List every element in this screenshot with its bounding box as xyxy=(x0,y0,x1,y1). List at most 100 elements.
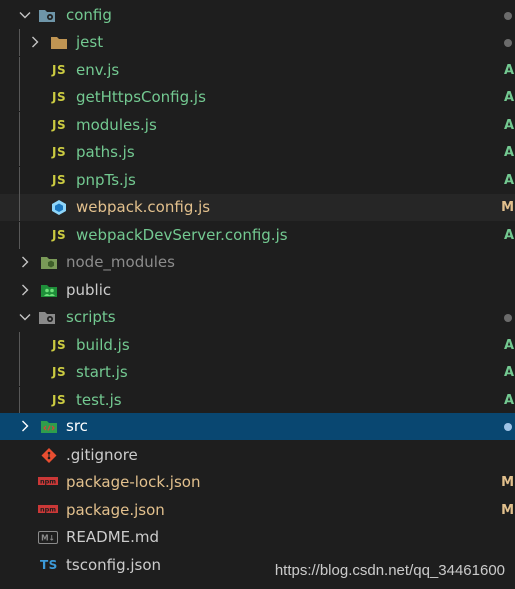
indent-guide xyxy=(19,387,20,414)
chevron-right-icon xyxy=(22,256,29,268)
tree-label: package-lock.json xyxy=(66,473,201,491)
svg-text:npm: npm xyxy=(40,478,56,486)
git-status-badge: A xyxy=(503,90,514,105)
indent-guide xyxy=(19,57,20,84)
svg-text:M↓: M↓ xyxy=(41,534,55,543)
tree-label: node_modules xyxy=(66,253,175,271)
tree-file-env[interactable]: JS env.js A xyxy=(0,57,515,84)
indent-guide xyxy=(19,359,20,386)
tree-label: tsconfig.json xyxy=(66,556,162,574)
typescript-config-icon: TS xyxy=(40,558,58,572)
folder-config-icon xyxy=(39,10,55,22)
tree-file-readme[interactable]: M↓ README.md xyxy=(0,524,515,551)
git-status-badge: A xyxy=(503,365,514,380)
tree-file-package-json[interactable]: npm package.json M xyxy=(0,497,515,524)
indent-guide xyxy=(19,84,20,111)
javascript-icon: JS xyxy=(52,90,67,104)
tree-file-gitignore[interactable]: .gitignore xyxy=(0,442,515,469)
git-status-badge: A xyxy=(503,393,514,408)
indent-guide xyxy=(19,222,20,249)
chevron-down-icon xyxy=(19,12,31,19)
tree-file-webpackdevserver-config[interactable]: JS webpackDevServer.config.js A xyxy=(0,222,515,249)
git-status-dot xyxy=(504,314,512,322)
tree-file-start[interactable]: JS start.js A xyxy=(0,359,515,386)
javascript-icon: JS xyxy=(52,338,67,352)
tree-label: .gitignore xyxy=(66,446,138,464)
svg-text:npm: npm xyxy=(40,506,56,514)
tree-file-modules[interactable]: JS modules.js A xyxy=(0,112,515,139)
git-status-badge: A xyxy=(503,338,514,353)
javascript-icon: JS xyxy=(52,393,67,407)
tree-label: start.js xyxy=(76,363,128,381)
tree-folder-node-modules[interactable]: node_modules xyxy=(0,249,515,276)
watermark-text: https://blog.csdn.net/qq_34461600 xyxy=(274,562,505,579)
npm-icon: npm xyxy=(38,477,58,486)
folder-src-icon xyxy=(41,421,57,433)
tree-folder-jest[interactable]: jest xyxy=(0,29,515,56)
tree-folder-config[interactable]: config xyxy=(0,2,515,29)
tree-file-package-lock[interactable]: npm package-lock.json M xyxy=(0,469,515,496)
tree-file-gethttpsconfig[interactable]: JS getHttpsConfig.js A xyxy=(0,84,515,111)
folder-scripts-icon xyxy=(39,312,55,324)
tree-file-build[interactable]: JS build.js A xyxy=(0,332,515,359)
tree-file-pnpts[interactable]: JS pnpTs.js A xyxy=(0,167,515,194)
git-status-badge: M xyxy=(501,475,514,490)
tree-label: config xyxy=(66,6,112,24)
tree-label: public xyxy=(66,281,112,299)
chevron-right-icon xyxy=(32,36,39,48)
npm-icon: npm xyxy=(38,505,58,514)
git-icon xyxy=(41,448,57,463)
tree-label: webpackDevServer.config.js xyxy=(76,226,288,244)
folder-icon xyxy=(51,37,67,49)
tree-file-paths[interactable]: JS paths.js A xyxy=(0,139,515,166)
git-status-badge: A xyxy=(503,118,514,133)
indent-guide xyxy=(19,29,20,56)
tree-label: webpack.config.js xyxy=(76,198,211,216)
git-status-badge: A xyxy=(503,228,514,243)
webpack-icon xyxy=(52,200,66,215)
tree-folder-src[interactable]: src xyxy=(0,413,515,440)
tree-label: paths.js xyxy=(76,143,135,161)
tree-label: pnpTs.js xyxy=(76,171,136,189)
tree-file-test[interactable]: JS test.js A xyxy=(0,387,515,414)
indent-guide xyxy=(19,332,20,359)
git-status-badge: A xyxy=(503,63,514,78)
chevron-down-icon xyxy=(19,314,31,321)
file-explorer: config jest JS env.js A JS getHttpsConfi… xyxy=(0,0,515,589)
javascript-icon: JS xyxy=(52,118,67,132)
tree-label: package.json xyxy=(66,501,165,519)
tree-folder-public[interactable]: public xyxy=(0,277,515,304)
tree-label: test.js xyxy=(76,391,122,409)
tree-label: README.md xyxy=(66,528,160,546)
git-status-dot xyxy=(504,423,512,431)
git-status-badge: A xyxy=(503,173,514,188)
tree-folder-scripts[interactable]: scripts xyxy=(0,304,515,331)
git-status-dot xyxy=(504,12,512,20)
tree-label: modules.js xyxy=(76,116,157,134)
javascript-icon: JS xyxy=(52,63,67,77)
chevron-right-icon xyxy=(22,284,29,296)
git-status-badge: A xyxy=(503,145,514,160)
javascript-icon: JS xyxy=(52,228,67,242)
indent-guide xyxy=(19,167,20,194)
folder-node-icon xyxy=(41,257,57,269)
javascript-icon: JS xyxy=(52,173,67,187)
tree-label: jest xyxy=(76,33,104,51)
tree-label: scripts xyxy=(66,308,116,326)
folder-public-icon xyxy=(41,285,57,297)
tree-file-webpack-config[interactable]: webpack.config.js M xyxy=(0,194,515,221)
chevron-right-icon xyxy=(22,420,29,432)
markdown-icon: M↓ xyxy=(38,531,58,544)
tree-label: src xyxy=(66,417,88,435)
indent-guide xyxy=(19,139,20,166)
git-status-badge: M xyxy=(501,200,514,215)
javascript-icon: JS xyxy=(52,365,67,379)
tree-label: getHttpsConfig.js xyxy=(76,88,206,106)
git-status-badge: M xyxy=(501,503,514,518)
javascript-icon: JS xyxy=(52,145,67,159)
tree-label: build.js xyxy=(76,336,130,354)
git-status-dot xyxy=(504,39,512,47)
indent-guide xyxy=(19,194,20,221)
tree-label: env.js xyxy=(76,61,120,79)
indent-guide xyxy=(19,112,20,139)
